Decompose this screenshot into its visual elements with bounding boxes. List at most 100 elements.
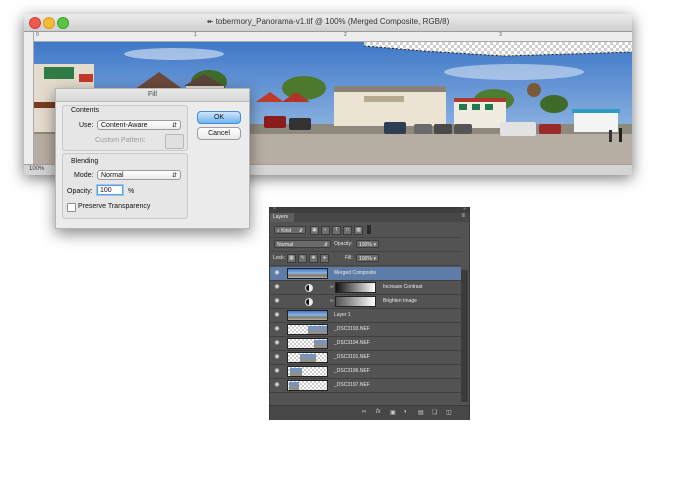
ruler-mark: 1 [194, 32, 197, 38]
layer-row-layer-1[interactable]: ◉ Layer 1 [270, 309, 461, 323]
preserve-transparency-label: Preserve Transparency [78, 203, 151, 210]
visibility-eye-icon[interactable]: ◉ [273, 326, 281, 332]
chevron-updown-icon: ⇵ [323, 242, 328, 248]
chevron-updown-icon: ⇵ [171, 123, 177, 129]
shape-filter-icon[interactable]: □ [343, 226, 352, 235]
fill-label: Fill: [345, 255, 353, 261]
fx-icon[interactable]: fx [376, 409, 381, 415]
visibility-eye-icon[interactable]: ◉ [273, 340, 281, 346]
lock-row: Lock: ▦ ✎ ✥ ● Fill: 100% ▾ [270, 252, 461, 266]
trash-icon[interactable]: ◫ [446, 409, 452, 416]
layer-name: _DSC3194.NEF [334, 340, 370, 346]
lock-image-pixels-icon[interactable]: ✎ [298, 254, 307, 263]
filter-kind-select[interactable]: ⌕ Kind ⇵ [274, 226, 306, 234]
layer-row-dsc3191[interactable]: ◉ _DSC3191.NEF [270, 351, 461, 365]
layer-row-dsc3197[interactable]: ◉ _DSC3197.NEF [270, 379, 461, 393]
panel-menu-icon[interactable]: ≡ [461, 213, 465, 219]
vertical-ruler[interactable] [24, 32, 34, 165]
lock-all-icon[interactable]: ● [320, 254, 329, 263]
layer-thumbnail [287, 380, 328, 391]
chevron-updown-icon: ⇵ [171, 173, 177, 179]
layer-name: Merged Composite [334, 270, 377, 276]
visibility-eye-icon[interactable]: ◉ [273, 298, 281, 304]
layer-name: Layer 1 [334, 312, 351, 318]
horizontal-ruler[interactable]: 0 1 2 3 [34, 32, 632, 42]
smart-object-filter-icon[interactable]: ▩ [354, 226, 363, 235]
type-filter-icon[interactable]: T [332, 226, 341, 235]
opacity-input[interactable]: 100 [97, 185, 123, 195]
layer-mask-thumbnail[interactable] [335, 296, 376, 307]
adjustment-layer-icon [305, 298, 313, 306]
document-file-icon: ↞ [206, 17, 216, 26]
new-layer-icon[interactable]: ❏ [432, 409, 437, 416]
visibility-eye-icon[interactable]: ◉ [273, 284, 281, 290]
adjustment-layer-icon [305, 284, 313, 292]
lock-transparent-pixels-icon[interactable]: ▦ [287, 254, 296, 263]
chevron-down-icon: ▾ [373, 256, 376, 262]
use-select-value: Content-Aware [101, 122, 148, 129]
blend-mode-value: Normal [277, 242, 294, 248]
tab-layers[interactable]: Layers [270, 213, 294, 222]
mask-link-icon[interactable]: ∞ [330, 284, 334, 290]
contents-heading: Contents [71, 107, 100, 114]
use-label: Use: [79, 122, 94, 129]
zoom-level[interactable]: 100% [29, 166, 44, 172]
layer-opacity-field[interactable]: 100% ▾ [356, 240, 379, 248]
layer-thumbnail [287, 338, 328, 349]
close-panel-icon[interactable]: × [273, 206, 276, 212]
contents-group: Contents Use: Content-Aware ⇵ Custom Pat… [62, 105, 188, 151]
layer-opacity-value: 100% [359, 242, 372, 248]
document-title-bar[interactable]: ↞ tobermory_Panorama-v1.tif @ 100% (Merg… [24, 14, 632, 32]
preserve-transparency-checkbox[interactable] [67, 203, 76, 212]
layer-row-dsc3193[interactable]: ◉ _DSC3193.NEF [270, 323, 461, 337]
layer-name: _DSC3191.NEF [334, 354, 370, 360]
layer-row-dsc3196[interactable]: ◉ _DSC3196.NEF [270, 365, 461, 379]
adjustment-icon[interactable]: ◐ [404, 409, 408, 415]
layer-name: _DSC3196.NEF [334, 368, 370, 374]
folder-icon[interactable]: ▤ [418, 409, 424, 416]
fill-field[interactable]: 100% ▾ [356, 254, 379, 262]
visibility-eye-icon[interactable]: ◉ [273, 354, 281, 360]
blending-group: Blending Mode: Normal ⇵ Opacity: 100 % P… [62, 153, 188, 219]
layer-mask-thumbnail[interactable] [335, 282, 376, 293]
filter-toggle-switch[interactable] [367, 225, 371, 234]
link-icon[interactable]: ∞ [362, 409, 366, 415]
layer-opacity-label: Opacity: [334, 241, 353, 247]
panel-bottom-bar: ∞ fx ▣ ◐ ▤ ❏ ◫ [270, 405, 469, 420]
fill-value: 100% [359, 256, 372, 262]
layer-thumbnail [287, 324, 328, 335]
layer-name: Increase Contrast [383, 284, 423, 290]
mode-label: Mode: [74, 172, 94, 179]
layer-row-brighten-image[interactable]: ◉ ∞ Brighten Image [270, 295, 461, 309]
panel-tab-bar [270, 213, 469, 222]
mask-link-icon[interactable]: ∞ [330, 298, 334, 304]
pixel-filter-icon[interactable]: ▣ [310, 226, 319, 235]
visibility-eye-icon[interactable]: ◉ [273, 368, 281, 374]
layer-row-dsc3194[interactable]: ◉ _DSC3194.NEF [270, 337, 461, 351]
opacity-label: Opacity: [67, 188, 93, 195]
cancel-button[interactable]: Cancel [197, 127, 241, 140]
layer-row-merged-composite[interactable]: ◉ Merged Composite [270, 267, 461, 281]
layer-thumbnail [287, 310, 328, 321]
layers-scrollbar[interactable] [461, 270, 468, 402]
search-icon: ⌕ [277, 228, 280, 234]
visibility-eye-icon[interactable]: ◉ [273, 382, 281, 388]
custom-pattern-picker[interactable] [165, 134, 184, 149]
dialog-title[interactable]: Fill [56, 89, 249, 102]
blend-mode-select[interactable]: Normal ⇵ [274, 240, 331, 248]
layer-name: _DSC3193.NEF [334, 326, 370, 332]
mask-icon[interactable]: ▣ [390, 409, 396, 416]
custom-pattern-label: Custom Pattern: [95, 137, 146, 144]
lock-position-icon[interactable]: ✥ [309, 254, 318, 263]
layer-row-increase-contrast[interactable]: ◉ ∞ Increase Contrast [270, 281, 461, 295]
visibility-eye-icon[interactable]: ◉ [273, 270, 281, 276]
layer-name: _DSC3197.NEF [334, 382, 370, 388]
collapse-panel-icon[interactable]: » [463, 206, 466, 212]
ok-button[interactable]: OK [197, 111, 241, 124]
visibility-eye-icon[interactable]: ◉ [273, 312, 281, 318]
layer-thumbnail [287, 352, 328, 363]
mode-select[interactable]: Normal ⇵ [97, 170, 181, 180]
blend-row: Normal ⇵ Opacity: 100% ▾ [270, 238, 461, 252]
use-select[interactable]: Content-Aware ⇵ [97, 120, 181, 130]
adjustment-filter-icon[interactable]: ◐ [321, 226, 330, 235]
